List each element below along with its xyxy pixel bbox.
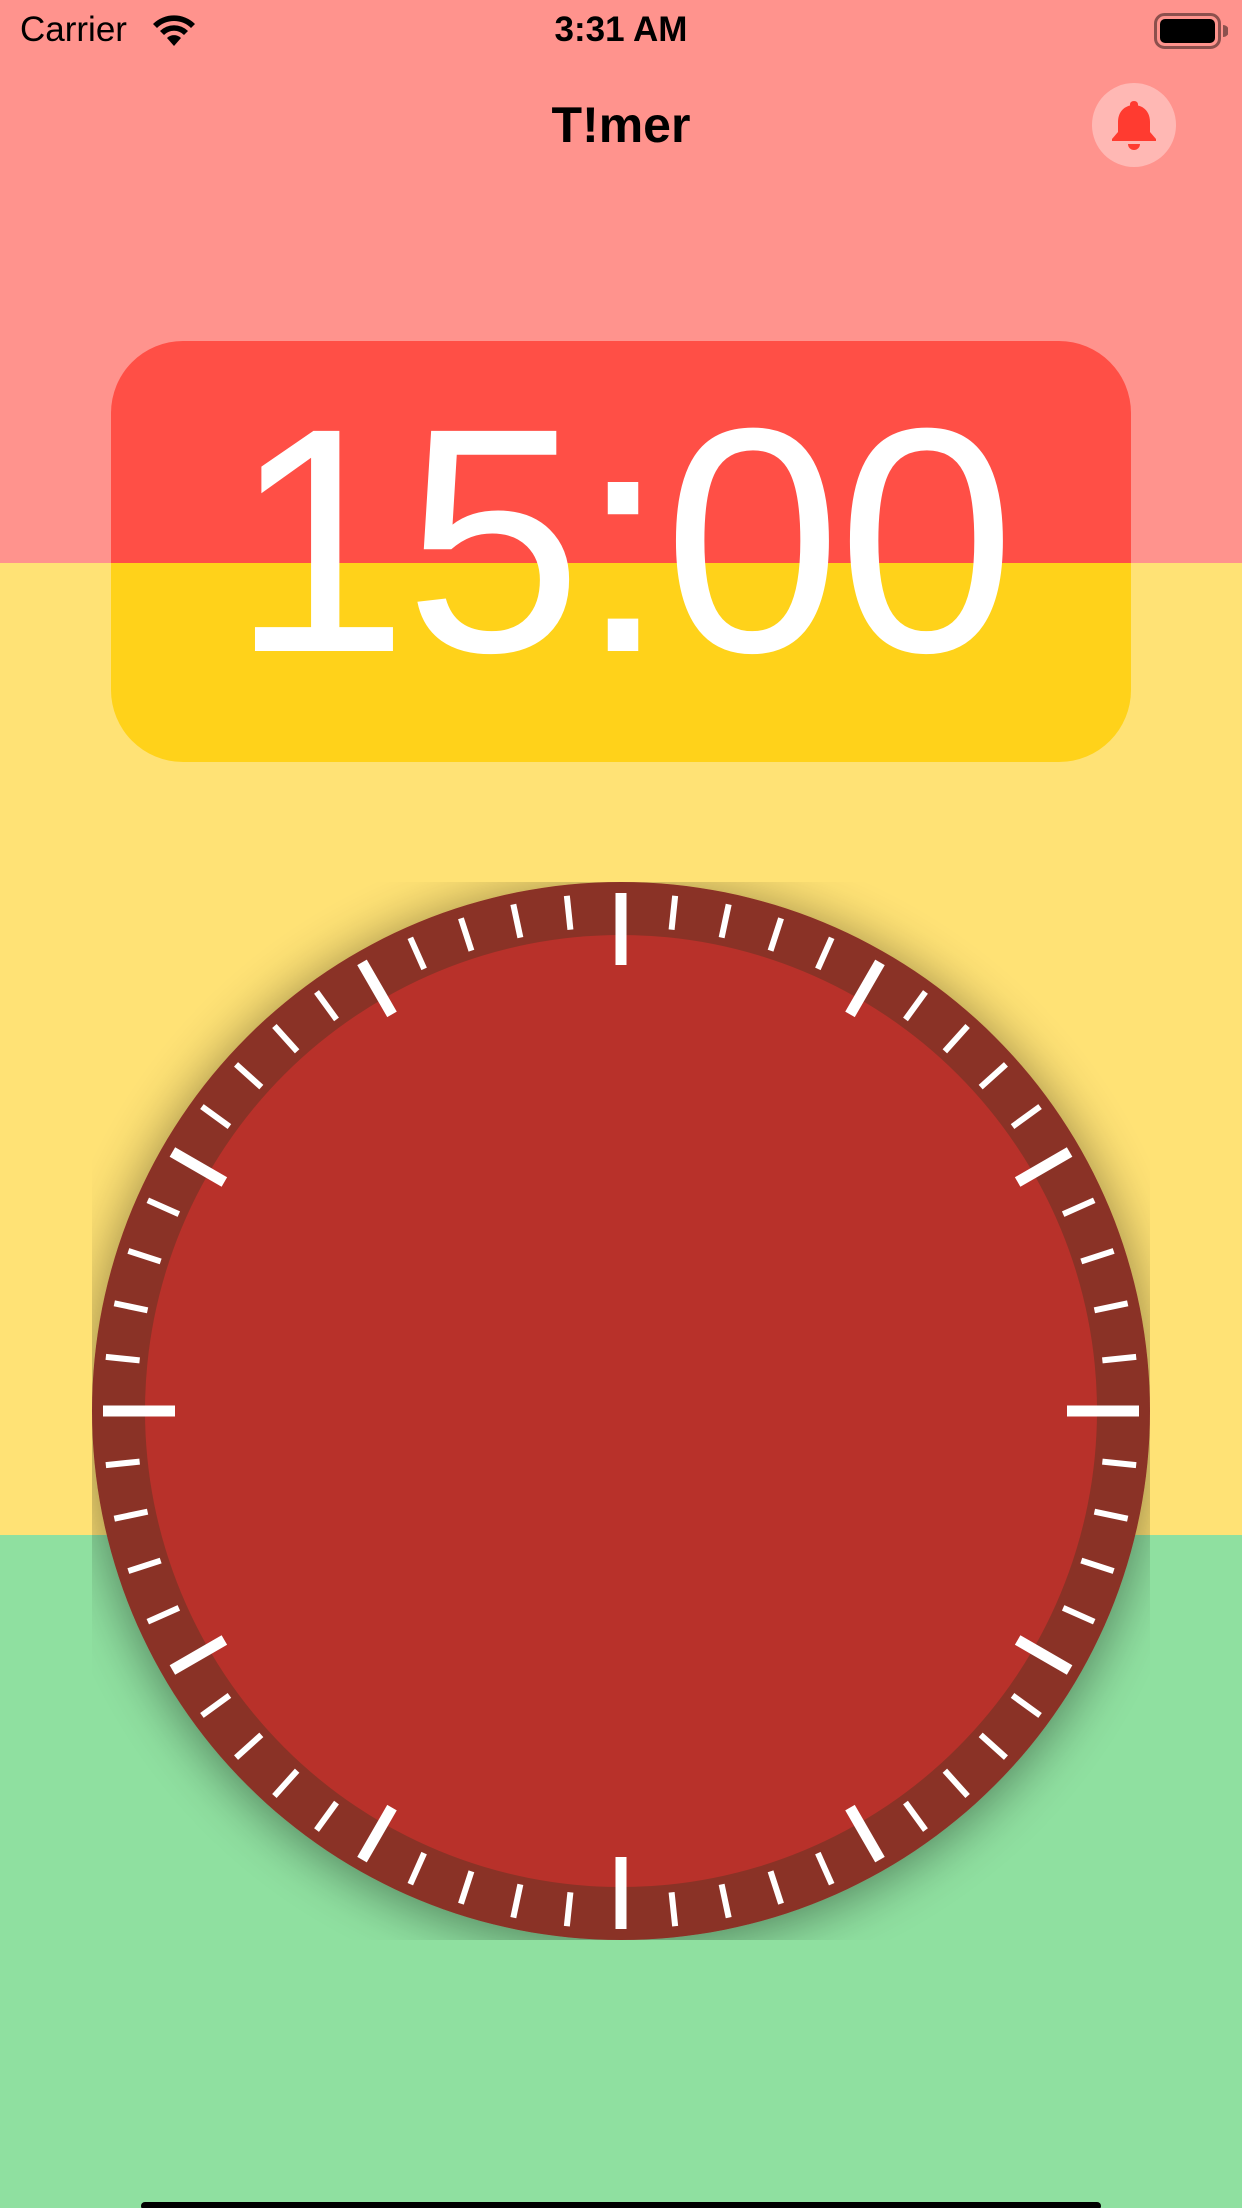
dial-tick bbox=[668, 1892, 679, 1927]
status-clock: 3:31 AM bbox=[554, 10, 688, 49]
dial-tick bbox=[563, 1892, 574, 1927]
bell-icon bbox=[1112, 101, 1156, 150]
dial-tick bbox=[1102, 1353, 1137, 1364]
dial-tick bbox=[1102, 1458, 1137, 1469]
battery-full-icon bbox=[1154, 13, 1228, 49]
timer-dial[interactable] bbox=[92, 882, 1150, 1940]
timer-screen: Carrier 3:31 AM T!mer 15:00 bbox=[0, 0, 1242, 2208]
dial-tick bbox=[668, 895, 679, 930]
dial-tick bbox=[105, 1353, 140, 1364]
dial-tick bbox=[563, 895, 574, 930]
nav-title: T!mer bbox=[551, 97, 691, 153]
dial-tick bbox=[105, 1458, 140, 1469]
dial-face bbox=[145, 935, 1097, 1887]
timer-display: 15:00 bbox=[230, 361, 1016, 719]
alarm-button[interactable] bbox=[1092, 83, 1176, 167]
home-indicator bbox=[141, 2202, 1101, 2208]
